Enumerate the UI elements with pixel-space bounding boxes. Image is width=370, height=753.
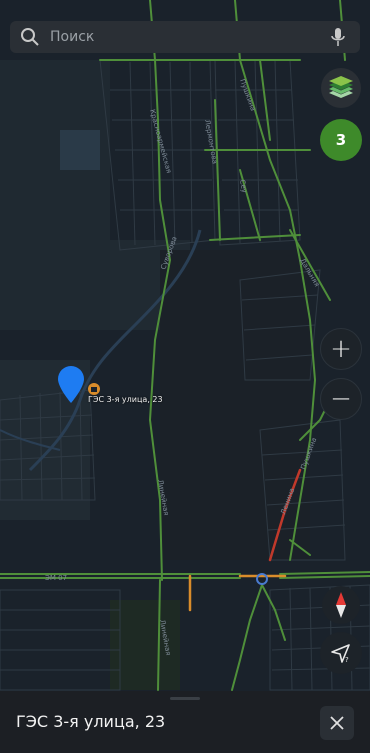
my-location-button[interactable]: ? — [320, 632, 362, 674]
search-icon — [21, 28, 39, 46]
search-bar[interactable]: Поиск — [10, 21, 360, 53]
plus-icon: + — [330, 334, 352, 364]
location-pin-icon[interactable] — [56, 364, 86, 404]
bottom-sheet-title: ГЭС 3-я улица, 23 — [16, 712, 166, 731]
svg-text:?: ? — [345, 656, 349, 664]
poi-icon[interactable] — [87, 382, 101, 396]
locate-icon: ? — [331, 644, 350, 664]
traffic-level: 3 — [335, 131, 347, 149]
zoom-in-button[interactable]: + — [320, 328, 362, 370]
layers-button[interactable] — [321, 68, 361, 108]
poi-label: ГЭС 3-я улица, 23 — [88, 395, 163, 404]
svg-text:ЭМ 07: ЭМ 07 — [45, 574, 67, 582]
microphone-icon[interactable] — [330, 27, 346, 47]
compass-button[interactable] — [322, 586, 360, 624]
minus-icon: − — [330, 384, 352, 414]
compass-icon — [336, 592, 346, 618]
zoom-out-button[interactable]: − — [320, 378, 362, 420]
traffic-level-button[interactable]: 3 — [320, 119, 362, 161]
close-icon — [330, 716, 344, 730]
close-button[interactable] — [320, 706, 354, 740]
layers-icon — [329, 76, 353, 98]
sheet-handle[interactable] — [170, 697, 200, 700]
search-input[interactable]: Поиск — [50, 29, 330, 45]
